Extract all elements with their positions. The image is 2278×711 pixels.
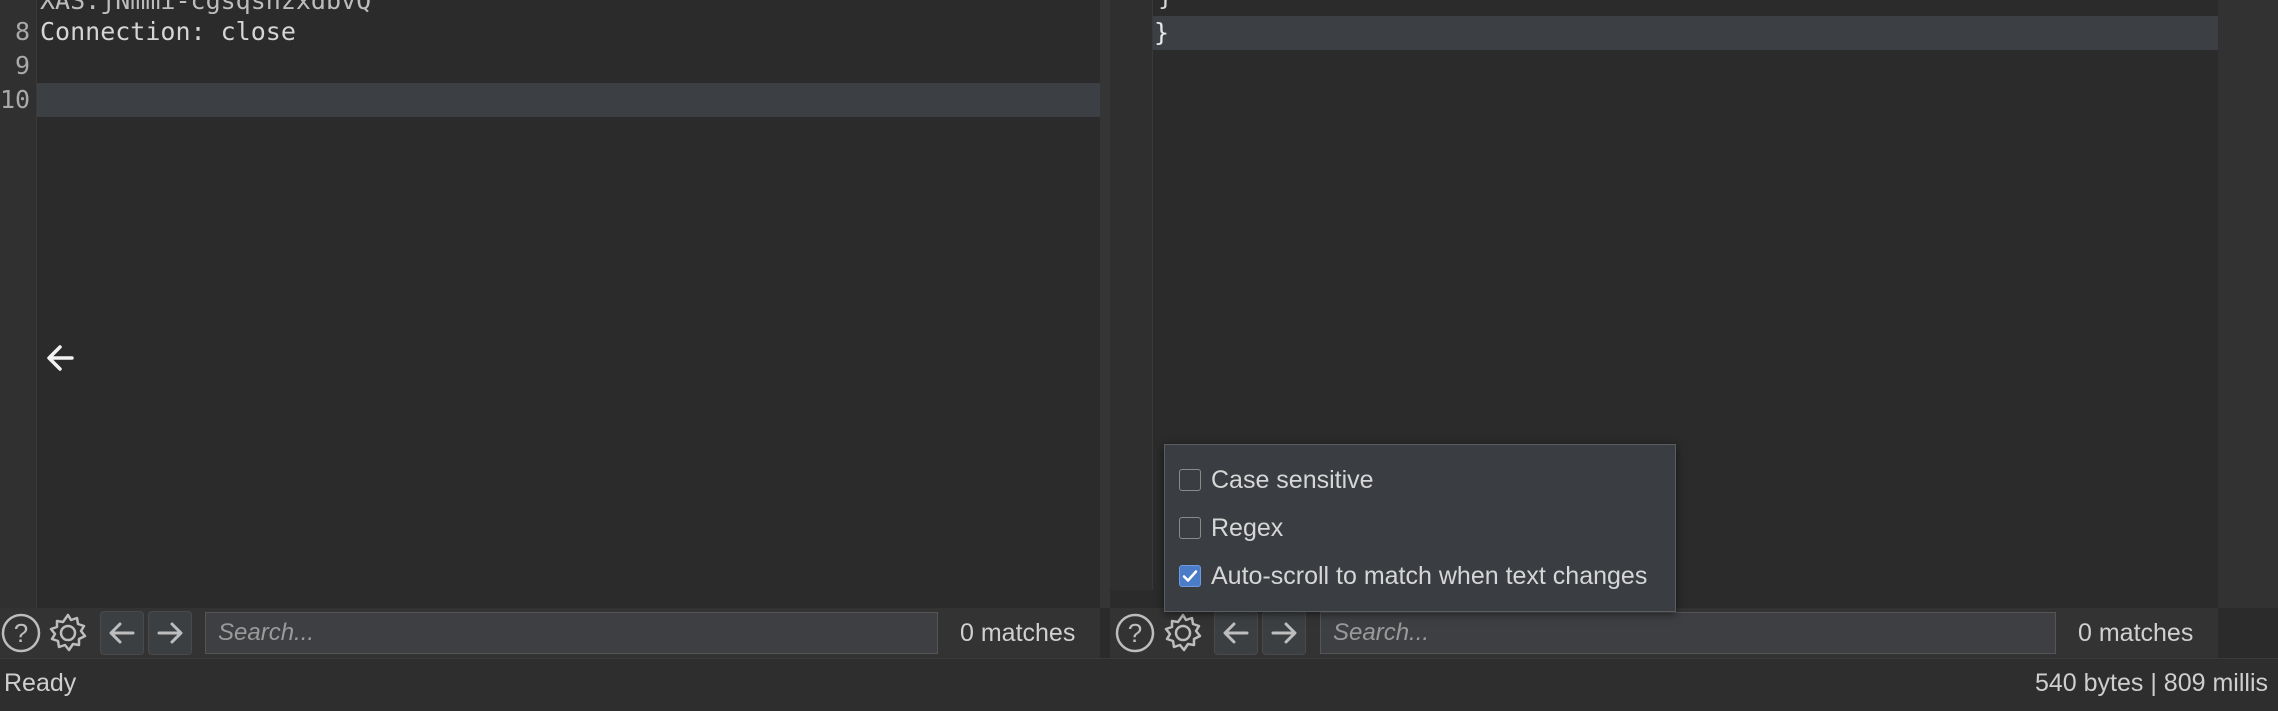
next-match-button[interactable] bbox=[148, 611, 192, 655]
auto-scroll-option[interactable]: Auto-scroll to match when text changes bbox=[1179, 561, 1647, 591]
svg-text:?: ? bbox=[14, 618, 28, 648]
search-options-popup: Case sensitive Regex Auto-scroll to matc… bbox=[1164, 444, 1676, 612]
help-icon[interactable]: ? bbox=[0, 612, 42, 654]
request-match-count: 0 matches bbox=[960, 619, 1076, 647]
line-number-gutter bbox=[1110, 0, 1153, 590]
response-size-timing: 540 bytes | 809 millis bbox=[2035, 669, 2268, 697]
request-search-input[interactable] bbox=[205, 612, 938, 654]
case-sensitive-checkbox[interactable] bbox=[1179, 469, 1201, 491]
regex-option[interactable]: Regex bbox=[1179, 513, 1283, 543]
current-line-highlight bbox=[37, 83, 1100, 117]
previous-match-button[interactable] bbox=[100, 611, 144, 655]
arrow-left-icon[interactable] bbox=[42, 338, 86, 378]
help-icon[interactable]: ? bbox=[1114, 612, 1156, 654]
status-bar: Ready 540 bytes | 809 millis bbox=[0, 658, 2278, 711]
next-match-button[interactable] bbox=[1262, 611, 1306, 655]
right-side-panel bbox=[2218, 0, 2278, 608]
gear-icon[interactable] bbox=[1162, 612, 1204, 654]
current-line-highlight bbox=[1153, 16, 2218, 50]
status-text: Ready bbox=[4, 669, 77, 697]
checkmark-icon bbox=[1182, 570, 1198, 582]
svg-text:?: ? bbox=[1128, 618, 1142, 648]
previous-match-button[interactable] bbox=[1214, 611, 1258, 655]
regex-checkbox[interactable] bbox=[1179, 517, 1201, 539]
response-search-input[interactable] bbox=[1320, 612, 2056, 654]
auto-scroll-checkbox[interactable] bbox=[1179, 565, 1201, 587]
gear-icon[interactable] bbox=[47, 612, 89, 654]
case-sensitive-option[interactable]: Case sensitive bbox=[1179, 465, 1374, 495]
request-editor[interactable]: XAS:jNmmi-cgsqshzxdbvQ 8 Connection: clo… bbox=[0, 0, 1100, 608]
response-match-count: 0 matches bbox=[2078, 619, 2194, 647]
pane-splitter[interactable] bbox=[1100, 0, 1110, 608]
